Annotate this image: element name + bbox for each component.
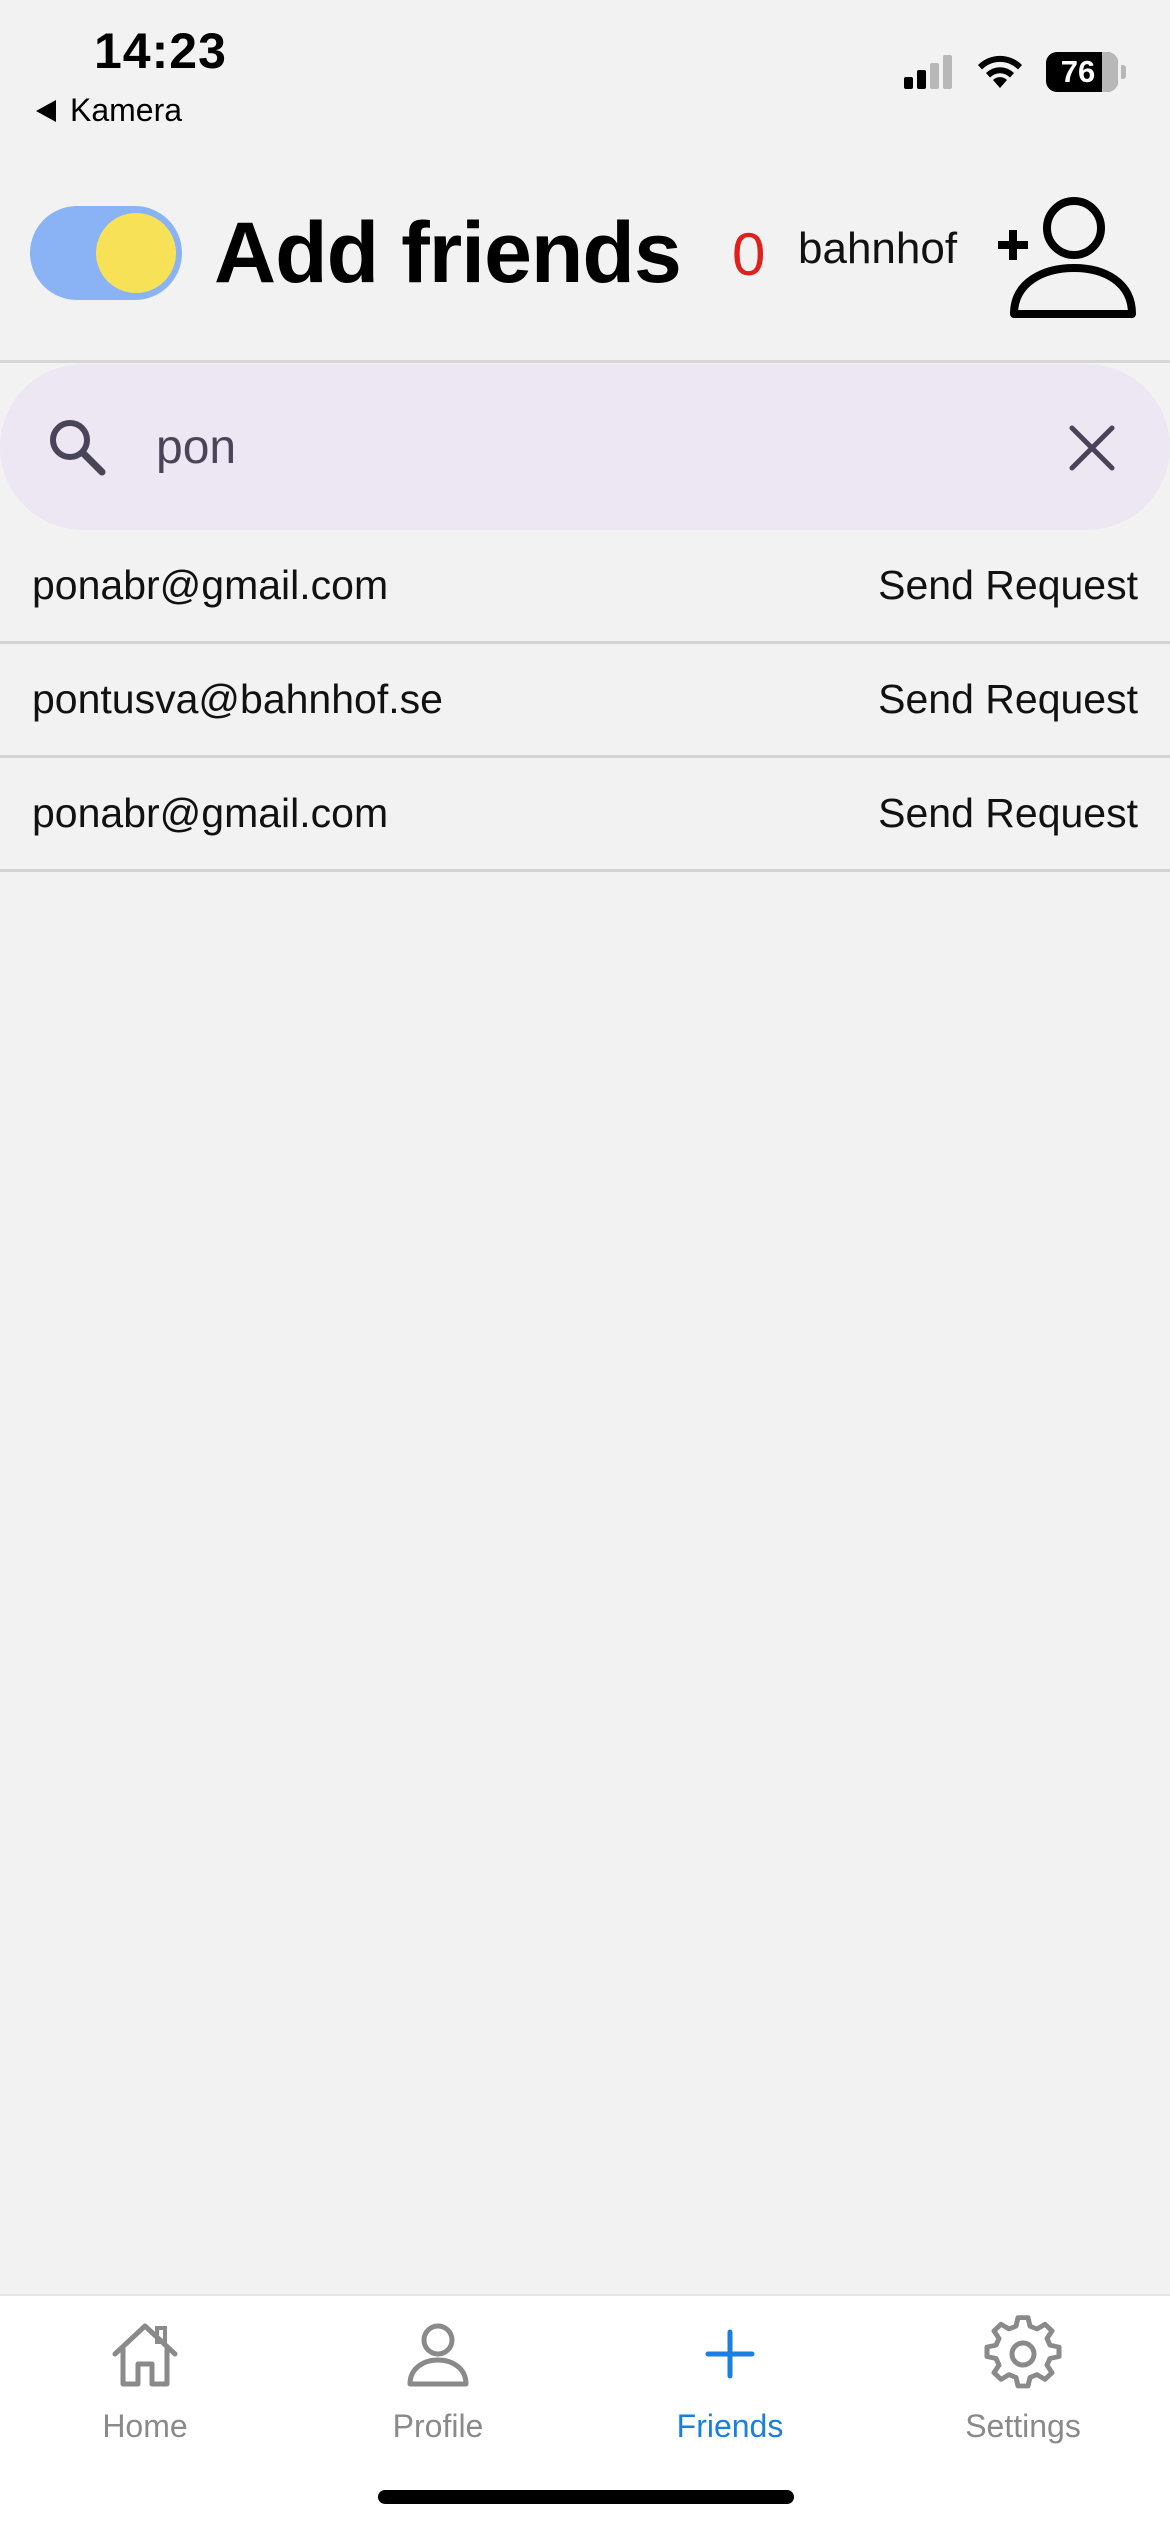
result-email: pontusva@bahnhof.se	[32, 676, 443, 722]
search-input[interactable]	[156, 400, 1036, 494]
header-divider	[0, 360, 1170, 363]
list-item: pontusva@bahnhof.se Send Request	[0, 644, 1170, 758]
send-request-button[interactable]: Send Request	[878, 676, 1138, 723]
status-bar: 14:23 Kamera 76	[0, 0, 1170, 150]
page-header: Add friends 0 bahnhof	[0, 180, 1170, 360]
result-email: ponabr@gmail.com	[32, 790, 389, 836]
back-to-app-link[interactable]: Kamera	[36, 92, 182, 129]
tab-settings-label: Settings	[965, 2408, 1081, 2444]
result-email: ponabr@gmail.com	[32, 562, 389, 608]
wifi-icon	[978, 55, 1022, 88]
plus-icon	[705, 2329, 755, 2379]
tab-friends[interactable]: Friends	[605, 2314, 855, 2474]
battery-icon: 76	[1046, 52, 1126, 92]
status-time: 14:23	[94, 23, 227, 79]
battery-level: 76	[1060, 54, 1096, 89]
search-bar	[0, 364, 1170, 530]
gear-icon	[984, 2315, 1062, 2389]
clear-search-icon[interactable]	[1062, 418, 1122, 478]
status-icons: 76	[904, 52, 1126, 92]
home-icon	[112, 2323, 178, 2387]
back-arrow-icon	[36, 99, 56, 122]
tab-home[interactable]: Home	[20, 2314, 270, 2474]
person-icon	[407, 2323, 469, 2387]
username-label: bahnhof	[798, 224, 958, 273]
search-results-list: ponabr@gmail.com Send Request pontusva@b…	[0, 530, 1170, 872]
toggle-knob	[96, 213, 176, 293]
page-title: Add friends	[214, 205, 682, 301]
home-indicator	[378, 2490, 794, 2504]
tab-profile-label: Profile	[392, 2408, 484, 2444]
tab-settings[interactable]: Settings	[898, 2314, 1148, 2474]
send-request-button[interactable]: Send Request	[878, 562, 1138, 609]
add-friend-icon[interactable]	[996, 186, 1136, 326]
theme-toggle[interactable]	[30, 206, 182, 300]
list-item: ponabr@gmail.com Send Request	[0, 758, 1170, 872]
send-request-button[interactable]: Send Request	[878, 790, 1138, 837]
tab-friends-label: Friends	[676, 2408, 784, 2444]
search-icon	[50, 420, 106, 476]
back-app-label: Kamera	[70, 92, 183, 128]
tab-home-label: Home	[102, 2408, 188, 2444]
tab-profile[interactable]: Profile	[313, 2314, 563, 2474]
list-item: ponabr@gmail.com Send Request	[0, 530, 1170, 644]
cellular-signal-icon	[904, 55, 952, 89]
request-count-badge: 0	[732, 221, 766, 288]
